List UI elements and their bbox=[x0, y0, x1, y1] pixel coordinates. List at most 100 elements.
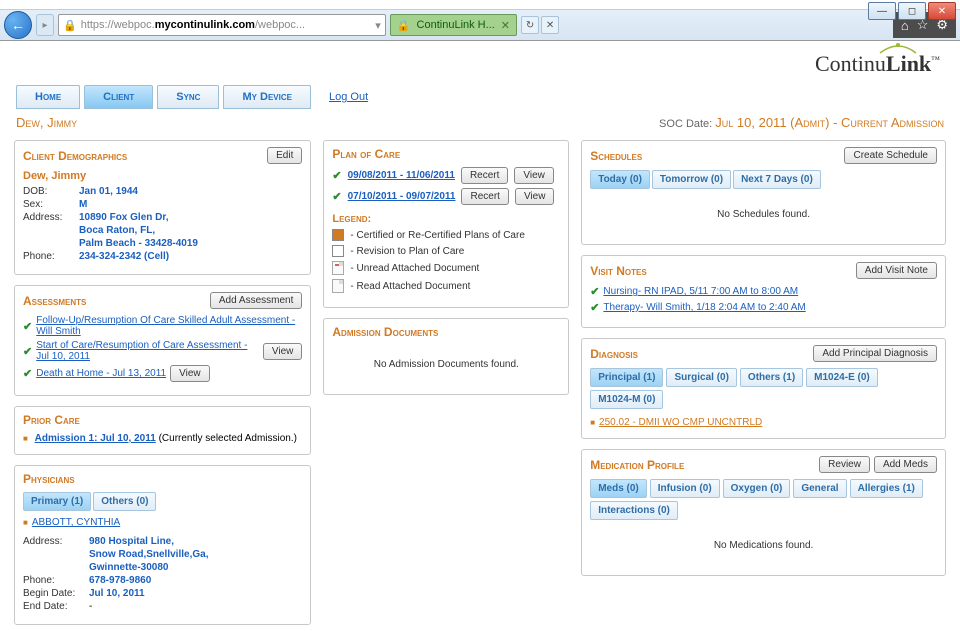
phys-addr-label: Address: bbox=[23, 536, 89, 547]
check-icon: ✔ bbox=[23, 320, 32, 333]
legend-read-icon bbox=[332, 279, 344, 293]
tab-principal[interactable]: Principal (1) bbox=[590, 368, 663, 387]
physician-link[interactable]: ABBOTT, CYNTHIA bbox=[32, 517, 120, 528]
visitnote-link-1[interactable]: Nursing- RN IPAD, 5/11 7:00 AM to 8:00 A… bbox=[603, 286, 798, 297]
begin-label: Begin Date: bbox=[23, 588, 89, 599]
back-button[interactable]: ← bbox=[4, 11, 32, 39]
edit-button[interactable]: Edit bbox=[267, 147, 302, 164]
diagnosis-panel: Diagnosis Add Principal Diagnosis Princi… bbox=[581, 338, 946, 439]
bullet-icon: ■ bbox=[23, 518, 28, 527]
tab-allergies[interactable]: Allergies (1) bbox=[850, 479, 923, 498]
stop-button[interactable]: ✕ bbox=[541, 16, 559, 34]
site-label: ContinuLink H... bbox=[417, 19, 495, 31]
poc-link-2[interactable]: 07/10/2011 - 09/07/2011 bbox=[348, 191, 456, 202]
tab-tomorrow[interactable]: Tomorrow (0) bbox=[652, 170, 731, 189]
add-assessment-button[interactable]: Add Assessment bbox=[210, 292, 302, 309]
bullet-icon: ■ bbox=[590, 418, 595, 427]
nav-client[interactable]: Client bbox=[84, 85, 153, 109]
admission-suffix: (Currently selected Admission.) bbox=[159, 433, 297, 444]
sex-value: M bbox=[79, 199, 87, 210]
legend-blue-icon bbox=[332, 245, 344, 257]
recert-button[interactable]: Recert bbox=[461, 167, 508, 184]
legend-4: - Read Attached Document bbox=[350, 281, 470, 292]
browser-chrome: — ◻ ✕ ← ▸ 🔒 https://webpoc.mycontinulink… bbox=[0, 0, 960, 41]
soc-value: Jul 10, 2011 (Admit) - Current Admission bbox=[715, 115, 944, 130]
tab-interactions[interactable]: Interactions (0) bbox=[590, 501, 678, 520]
tab-meds[interactable]: Meds (0) bbox=[590, 479, 647, 498]
dob-value: Jan 01, 1944 bbox=[79, 186, 138, 197]
tab-oxygen[interactable]: Oxygen (0) bbox=[723, 479, 791, 498]
assessments-panel: Assessments Add Assessment ✔ Follow-Up/Re… bbox=[14, 285, 311, 396]
nav-sync[interactable]: Sync bbox=[157, 85, 219, 109]
soc-info: SOC Date: Jul 10, 2011 (Admit) - Current… bbox=[659, 115, 944, 130]
forward-button[interactable]: ▸ bbox=[36, 14, 54, 36]
view-button[interactable]: View bbox=[170, 365, 210, 382]
content-columns: Client Demographics Edit Dew, Jimmy DOB:… bbox=[0, 134, 960, 631]
client-name-heading: Dew, Jimmy bbox=[16, 115, 77, 130]
view-button[interactable]: View bbox=[263, 343, 303, 360]
schedules-msg: No Schedules found. bbox=[590, 195, 937, 234]
review-button[interactable]: Review bbox=[819, 456, 870, 473]
recert-button[interactable]: Recert bbox=[461, 188, 508, 205]
nav-home[interactable]: Home bbox=[16, 85, 80, 109]
url-bar[interactable]: 🔒 https://webpoc.mycontinulink.com/webpo… bbox=[58, 14, 386, 36]
schedules-panel: Schedules Create Schedule Today (0) Tomo… bbox=[581, 140, 946, 245]
tab-surgical[interactable]: Surgical (0) bbox=[666, 368, 736, 387]
tab-general[interactable]: General bbox=[793, 479, 846, 498]
tab-today[interactable]: Today (0) bbox=[590, 170, 650, 189]
legend-unread-icon bbox=[332, 261, 344, 275]
tab-infusion[interactable]: Infusion (0) bbox=[650, 479, 720, 498]
phys-addr-l3: Gwinnette-30080 bbox=[89, 562, 168, 573]
phys-addr-l1: 980 Hospital Line, bbox=[89, 536, 174, 547]
diagnosis-link[interactable]: 250.02 - DMII WO CMP UNCNTRLD bbox=[599, 417, 762, 428]
close-button[interactable]: ✕ bbox=[928, 2, 956, 20]
visitnote-link-2[interactable]: Therapy- Will Smith, 1/18 2:04 AM to 2:4… bbox=[603, 302, 805, 313]
poc-panel: Plan of Care ✔09/08/2011 - 11/06/2011Rec… bbox=[323, 140, 569, 308]
tab-next7[interactable]: Next 7 Days (0) bbox=[733, 170, 821, 189]
cert-lock-icon: 🔒 bbox=[397, 19, 411, 32]
site-identity[interactable]: 🔒 ContinuLink H... ✕ bbox=[390, 14, 517, 36]
maximize-button[interactable]: ◻ bbox=[898, 2, 926, 20]
tab-m1024e[interactable]: M1024-E (0) bbox=[806, 368, 878, 387]
demographics-title: Client Demographics bbox=[23, 149, 127, 163]
assessments-title: Assessments bbox=[23, 294, 86, 308]
assessment-link-3[interactable]: Death at Home - Jul 13, 2011 bbox=[36, 368, 166, 379]
addr-l2: Boca Raton, FL, bbox=[79, 225, 155, 236]
bullet-icon: ■ bbox=[23, 434, 28, 443]
admission-link[interactable]: Admission 1: Jul 10, 2011 bbox=[35, 433, 156, 444]
dropdown-icon[interactable]: ▾ bbox=[375, 19, 381, 32]
phone-value: 234-324-2342 (Cell) bbox=[79, 251, 169, 262]
create-schedule-button[interactable]: Create Schedule bbox=[844, 147, 937, 164]
tab-others-phys[interactable]: Others (0) bbox=[93, 492, 156, 511]
view-button[interactable]: View bbox=[514, 167, 554, 184]
sex-label: Sex: bbox=[23, 199, 79, 210]
assessment-link-2[interactable]: Start of Care/Resumption of Care Assessm… bbox=[36, 340, 259, 362]
minimize-button[interactable]: — bbox=[868, 2, 896, 20]
site-x-icon[interactable]: ✕ bbox=[501, 19, 510, 32]
adm-docs-panel: Admission Documents No Admission Documen… bbox=[323, 318, 569, 395]
physicians-title: Physicians bbox=[23, 472, 75, 486]
check-icon: ✔ bbox=[590, 285, 599, 298]
diagnosis-title: Diagnosis bbox=[590, 347, 638, 361]
nav-mydevice[interactable]: My Device bbox=[223, 85, 311, 109]
adm-docs-msg: No Admission Documents found. bbox=[332, 345, 560, 384]
app-root: ContinuLink™ Home Client Sync My Device … bbox=[0, 41, 960, 631]
browser-nav-row: ← ▸ 🔒 https://webpoc.mycontinulink.com/w… bbox=[0, 10, 960, 40]
adm-docs-title: Admission Documents bbox=[332, 325, 438, 339]
tab-others-diag[interactable]: Others (1) bbox=[740, 368, 803, 387]
add-meds-button[interactable]: Add Meds bbox=[874, 456, 937, 473]
assessment-link-1[interactable]: Follow-Up/Resumption Of Care Skilled Adu… bbox=[36, 315, 302, 337]
phys-phone-label: Phone: bbox=[23, 575, 89, 586]
logout-link[interactable]: Log Out bbox=[329, 91, 368, 103]
add-diagnosis-button[interactable]: Add Principal Diagnosis bbox=[813, 345, 937, 362]
view-button[interactable]: View bbox=[515, 188, 555, 205]
tab-primary[interactable]: Primary (1) bbox=[23, 492, 91, 511]
poc-link-1[interactable]: 09/08/2011 - 11/06/2011 bbox=[348, 170, 455, 181]
check-icon: ✔ bbox=[23, 367, 32, 380]
check-icon: ✔ bbox=[332, 190, 341, 203]
main-nav: Home Client Sync My Device bbox=[0, 41, 311, 109]
refresh-button[interactable]: ↻ bbox=[521, 16, 539, 34]
tab-m1024m[interactable]: M1024-M (0) bbox=[590, 390, 663, 409]
add-visitnote-button[interactable]: Add Visit Note bbox=[856, 262, 937, 279]
addr-l1: 10890 Fox Glen Dr, bbox=[79, 212, 169, 223]
